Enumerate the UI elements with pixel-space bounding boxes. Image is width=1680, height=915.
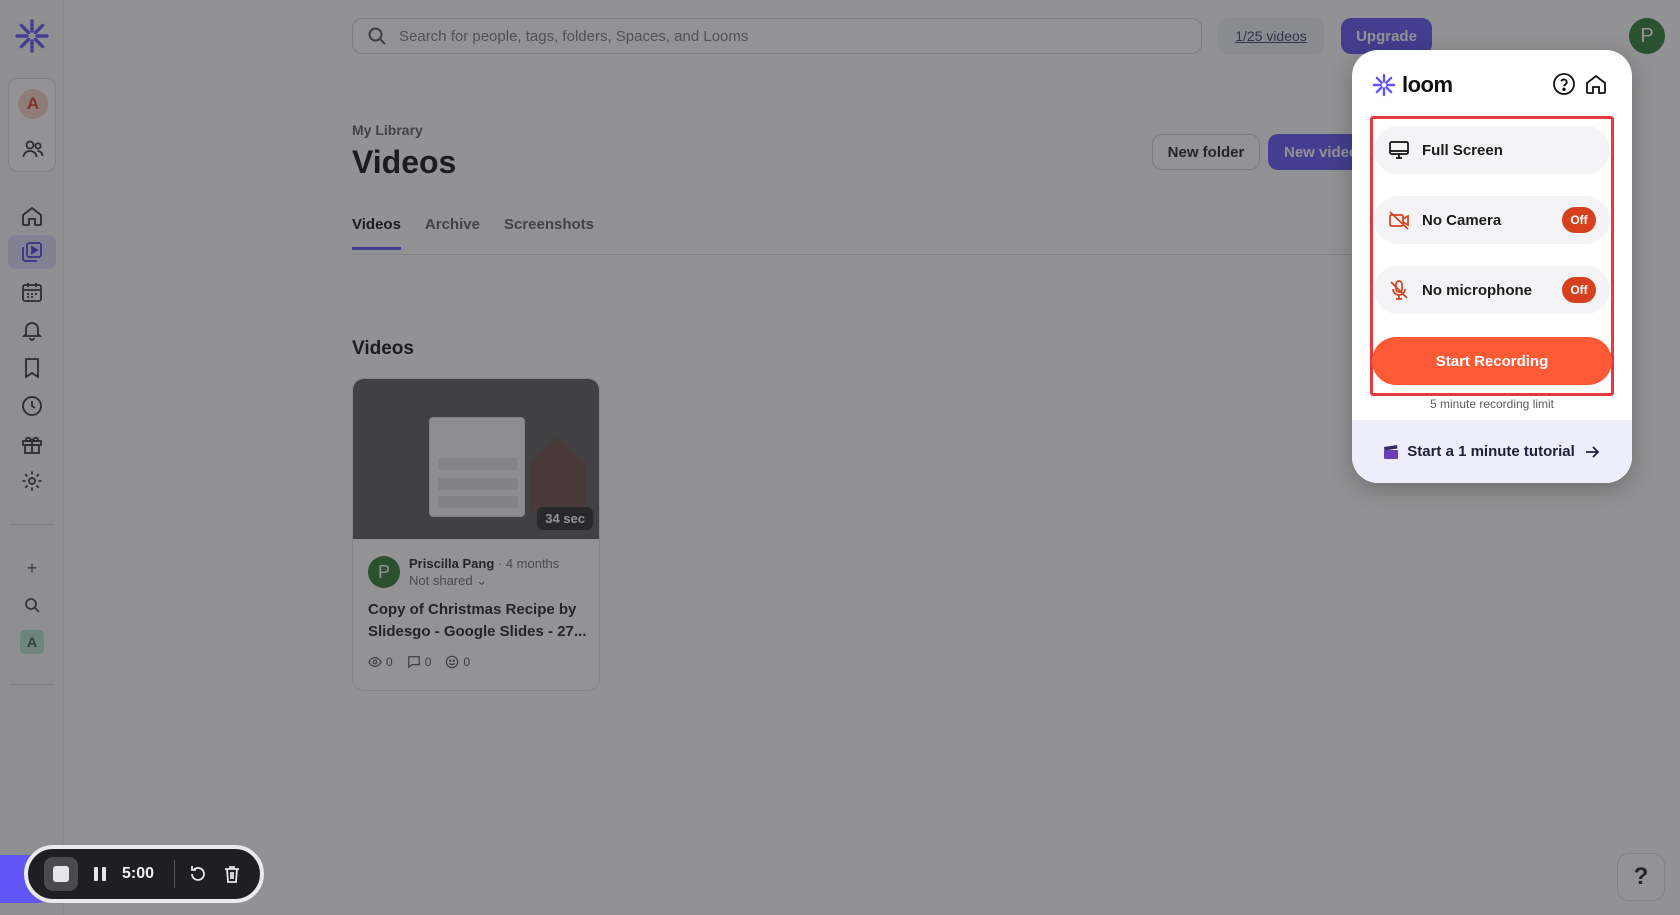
stop-icon: [53, 866, 69, 882]
recording-timer: 5:00: [122, 865, 155, 882]
arrow-right-icon: [1585, 445, 1600, 458]
tutorial-link[interactable]: Start a 1 minute tutorial: [1352, 420, 1632, 483]
camera-toggle[interactable]: Off: [1562, 207, 1596, 233]
restart-icon[interactable]: [187, 863, 209, 885]
trash-icon[interactable]: [221, 863, 243, 885]
microphone-option[interactable]: No microphone Off: [1374, 266, 1610, 314]
home-icon[interactable]: [1584, 72, 1608, 96]
pause-button[interactable]: [90, 864, 110, 884]
loom-brand: loom: [1372, 72, 1453, 98]
clapperboard-icon: [1384, 444, 1399, 459]
loom-logo-icon: [1372, 73, 1396, 97]
stop-recording-button[interactable]: [44, 857, 78, 891]
recorder-divider: [174, 860, 175, 888]
option-label: No Camera: [1422, 211, 1502, 229]
microphone-off-icon: [1390, 280, 1408, 300]
camera-off-icon: [1389, 211, 1409, 230]
full-screen-option[interactable]: Full Screen: [1374, 126, 1610, 174]
microphone-toggle[interactable]: Off: [1562, 277, 1596, 303]
monitor-icon: [1389, 141, 1409, 159]
tutorial-label: Start a 1 minute tutorial: [1407, 443, 1575, 460]
start-recording-button[interactable]: Start Recording: [1372, 337, 1612, 385]
camera-option[interactable]: No Camera Off: [1374, 196, 1610, 244]
recording-controls: 5:00: [24, 845, 264, 903]
loom-recorder-popup: loom Full Screen No Camera Off No microp…: [1352, 50, 1632, 483]
brand-name: loom: [1402, 72, 1453, 97]
option-label: No microphone: [1422, 281, 1533, 299]
option-label: Full Screen: [1422, 141, 1503, 159]
recording-limit-note: 5 minute recording limit: [1429, 397, 1555, 411]
help-circle-icon[interactable]: [1552, 72, 1576, 96]
